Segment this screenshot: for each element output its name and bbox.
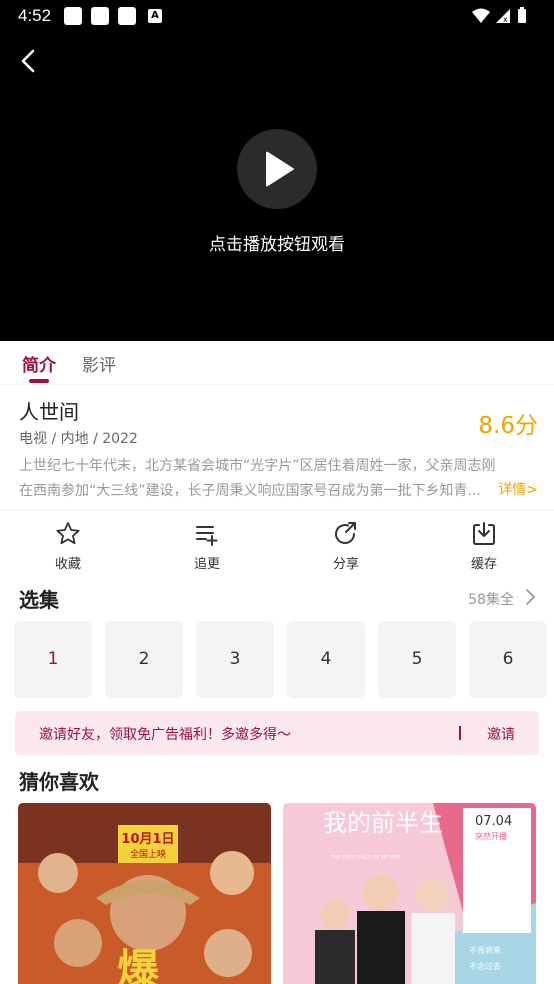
invite-text: 邀请好友，领取免广告福利！多邀多得～ — [39, 727, 291, 743]
poster-date: 10月1日 — [121, 832, 174, 847]
download-icon — [473, 522, 495, 545]
episodes-count[interactable]: 58集全 — [468, 589, 514, 609]
invite-banner: 邀请好友，领取免广告福利！多邀多得～ 邀请 — [15, 711, 539, 755]
download-label: 缓存 — [470, 557, 497, 572]
show-description: 上世纪七十年代末，北方某省会城市“光字片”区居住着周姓一家，父亲周志刚在西南参加… — [19, 458, 496, 499]
notification-icon — [64, 7, 82, 25]
poster-date: 07.04 — [475, 814, 512, 829]
episode-item[interactable]: 3 — [196, 621, 274, 698]
notification-a-icon: A — [148, 9, 162, 23]
play-button[interactable] — [237, 129, 317, 209]
show-meta: 电视 / 内地 / 2022 — [19, 431, 138, 447]
tab-indicator — [29, 379, 49, 383]
episode-item[interactable]: 6 — [469, 621, 547, 698]
poster-subtitle: 全国上映 — [130, 848, 166, 860]
notification-icon — [91, 7, 109, 25]
episode-item[interactable]: 4 — [287, 621, 365, 698]
svg-text:x: x — [503, 15, 508, 24]
follow-button[interactable]: 追更 — [167, 520, 247, 576]
poster-image: 我的前半生 THE FIRST HALF OF MY LIFE 07.04 突然… — [283, 803, 536, 984]
back-button[interactable] — [14, 46, 44, 76]
follow-label: 追更 — [193, 557, 220, 572]
play-icon — [266, 151, 294, 187]
recommend-poster[interactable]: 我的前半生 THE FIRST HALF OF MY LIFE 07.04 突然… — [283, 803, 536, 984]
download-button[interactable]: 缓存 — [444, 520, 524, 576]
poster-tagline: 不念过去 — [469, 961, 501, 971]
poster-subtitle: 突然开播 — [475, 831, 507, 841]
status-time: 4:52 — [18, 6, 52, 25]
poster-image: 10月1日 全国上映 爆 — [18, 803, 271, 984]
play-hint: 点击播放按钮观看 — [209, 235, 345, 255]
poster-en-title: THE FIRST HALF OF MY LIFE — [330, 855, 400, 861]
battery-icon — [518, 9, 526, 23]
playlist-add-icon — [196, 526, 218, 546]
status-bar: 4:52 A x — [0, 0, 554, 32]
system-icons: x — [472, 7, 526, 24]
notification-icon — [118, 7, 136, 25]
share-button[interactable]: 分享 — [306, 520, 386, 576]
chevron-right-icon[interactable] — [522, 588, 538, 606]
share-label: 分享 — [332, 557, 359, 572]
show-title: 人世间 — [19, 400, 79, 424]
favorite-button[interactable]: 收藏 — [28, 520, 108, 576]
divider — [0, 510, 554, 511]
tab-intro[interactable]: 简介 — [22, 351, 56, 376]
invite-button[interactable]: 邀请 — [487, 724, 515, 744]
poster-title: 我的前半生 — [323, 809, 443, 837]
recommend-poster[interactable]: 10月1日 全国上映 爆 — [18, 803, 271, 984]
video-player[interactable]: 点击播放按钮观看 — [0, 32, 554, 341]
tab-reviews[interactable]: 影评 — [82, 351, 116, 376]
poster-title: 爆 — [117, 945, 160, 984]
poster-tagline: 不畏将来 — [469, 945, 501, 955]
episode-item[interactable]: 1 — [14, 621, 92, 698]
back-arrow-icon — [21, 49, 35, 73]
invite-separator — [459, 726, 461, 740]
episode-item[interactable]: 2 — [105, 621, 183, 698]
episodes-title: 选集 — [19, 588, 59, 612]
show-score: 8.6分 — [478, 413, 538, 439]
favorite-label: 收藏 — [54, 557, 81, 572]
detail-tabs: 简介 影评 — [0, 341, 554, 385]
share-icon — [335, 522, 356, 544]
recommend-title: 猜你喜欢 — [19, 770, 99, 794]
episode-item[interactable]: 5 — [378, 621, 456, 698]
wifi-icon — [472, 8, 490, 23]
details-link[interactable]: 详情> — [498, 479, 538, 499]
star-icon — [56, 522, 80, 545]
